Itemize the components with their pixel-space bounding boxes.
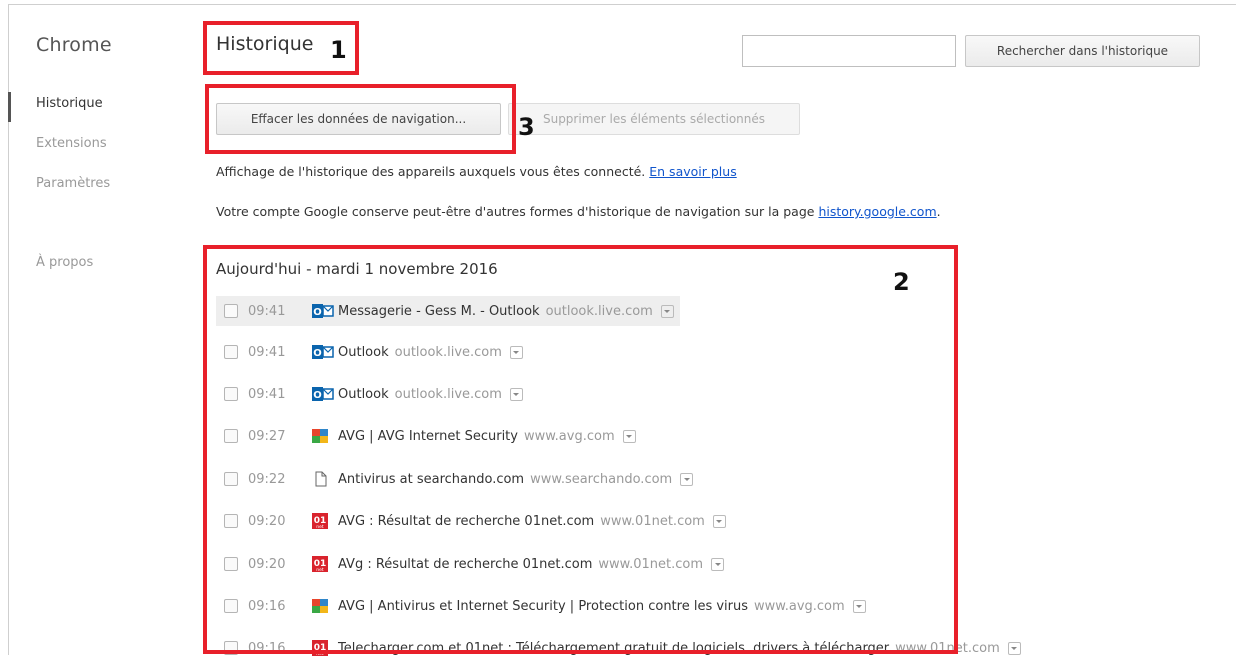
search-history-button[interactable]: Rechercher dans l'historique	[965, 35, 1200, 67]
row-checkbox[interactable]	[224, 472, 238, 486]
row-checkbox[interactable]	[224, 387, 238, 401]
entry-domain: www.01net.com	[598, 556, 703, 572]
row-checkbox[interactable]	[224, 641, 238, 655]
learn-more-link[interactable]: En savoir plus	[649, 164, 736, 179]
entry-domain: www.avg.com	[523, 428, 615, 444]
entry-menu-button[interactable]	[680, 472, 694, 486]
devices-info-text: Affichage de l'historique des appareils …	[216, 164, 646, 179]
history-row[interactable]: 09:16 AVG | Antivirus et Internet Securi…	[216, 591, 866, 621]
annotation-number-1: 1	[330, 36, 347, 64]
active-nav-marker	[8, 92, 11, 122]
date-header: Aujourd'hui - mardi 1 novembre 2016	[216, 260, 498, 278]
entry-time: 09:16	[248, 640, 286, 656]
entry-title[interactable]: Antivirus at searchando.com	[338, 472, 524, 487]
entry-title[interactable]: AVG | AVG Internet Security	[338, 429, 518, 444]
01net-icon: 01 net	[312, 513, 334, 529]
entry-time: 09:22	[248, 471, 286, 487]
svg-text:net: net	[316, 524, 324, 529]
row-checkbox[interactable]	[224, 514, 238, 528]
svg-text:net: net	[316, 567, 324, 572]
history-google-link[interactable]: history.google.com	[818, 204, 936, 219]
entry-time: 09:27	[248, 428, 286, 444]
entry-domain: outlook.live.com	[394, 344, 502, 360]
entry-time: 09:16	[248, 598, 286, 614]
history-row[interactable]: 09:20 01 net AVG : Résultat de recherche …	[216, 506, 726, 536]
entry-domain: outlook.live.com	[545, 303, 653, 319]
sidebar-item-extensions[interactable]: Extensions	[36, 136, 107, 151]
history-row[interactable]: 09:20 01 net AVg : Résultat de recherche …	[216, 549, 724, 579]
entry-time: 09:41	[248, 386, 286, 402]
01net-icon: 01 net	[312, 556, 334, 572]
entry-title[interactable]: AVG | Antivirus et Internet Security | P…	[338, 599, 748, 614]
outlook-icon: O	[312, 386, 334, 402]
entry-menu-button[interactable]	[622, 429, 636, 443]
entry-menu-button[interactable]	[660, 304, 674, 318]
svg-text:O: O	[313, 307, 322, 318]
history-row[interactable]: 09:16 01 net Telecharger.com et 01net : T…	[216, 633, 1021, 663]
entry-menu-button[interactable]	[509, 387, 523, 401]
row-checkbox[interactable]	[224, 599, 238, 613]
devices-info: Affichage de l'historique des appareils …	[216, 164, 737, 179]
history-row[interactable]: 09:27 AVG | AVG Internet Security www.av…	[216, 421, 636, 451]
search-input[interactable]	[742, 35, 956, 67]
outlook-icon: O	[312, 344, 334, 360]
row-checkbox[interactable]	[224, 345, 238, 359]
remove-selected-button[interactable]: Supprimer les éléments sélectionnés	[508, 103, 800, 135]
entry-domain: outlook.live.com	[394, 386, 502, 402]
outlook-icon: O	[312, 303, 334, 319]
entry-domain: www.avg.com	[754, 598, 845, 614]
annotation-number-2: 2	[893, 268, 910, 296]
history-row[interactable]: 09:41 O Messagerie - Gess M. - Outlook o…	[216, 296, 680, 326]
history-row[interactable]: 09:41 O Outlook outlook.live.com	[216, 379, 523, 409]
row-checkbox[interactable]	[224, 429, 238, 443]
annotation-number-3: 3	[518, 113, 535, 141]
clear-browsing-data-button[interactable]: Effacer les données de navigation...	[216, 103, 501, 135]
entry-menu-button[interactable]	[1007, 641, 1021, 655]
entry-menu-button[interactable]	[711, 557, 724, 571]
entry-title[interactable]: Telecharger.com et 01net : Téléchargemen…	[338, 641, 889, 656]
entry-domain: www.01net.com	[600, 513, 705, 529]
entry-menu-button[interactable]	[712, 514, 726, 528]
entry-title[interactable]: Messagerie - Gess M. - Outlook	[338, 304, 540, 319]
svg-text:O: O	[313, 390, 322, 401]
entry-domain: www.searchando.com	[530, 471, 673, 487]
page-icon	[312, 471, 334, 487]
google-info: Votre compte Google conserve peut-être d…	[216, 204, 941, 219]
sidebar-item-a-propos[interactable]: À propos	[36, 255, 93, 270]
history-row[interactable]: 09:41 O Outlook outlook.live.com	[216, 337, 523, 367]
entry-time: 09:20	[248, 513, 286, 529]
row-checkbox[interactable]	[224, 557, 238, 571]
page-title: Historique	[216, 33, 314, 55]
entry-time: 09:41	[248, 303, 286, 319]
row-checkbox[interactable]	[224, 304, 238, 318]
entry-time: 09:41	[248, 344, 286, 360]
sidebar-item-parametres[interactable]: Paramètres	[36, 176, 110, 191]
entry-title[interactable]: AVg : Résultat de recherche 01net.com	[338, 557, 592, 572]
avg-icon	[312, 598, 334, 614]
entry-time: 09:20	[248, 556, 286, 572]
history-row[interactable]: 09:22 Antivirus at searchando.com www.se…	[216, 464, 694, 494]
entry-domain: www.01net.com	[895, 640, 1000, 656]
google-info-suffix: .	[936, 204, 941, 219]
sidebar-item-historique[interactable]: Historique	[36, 96, 103, 111]
entry-menu-button[interactable]	[852, 599, 866, 613]
chrome-brand: Chrome	[36, 34, 112, 56]
svg-text:O: O	[313, 348, 322, 359]
avg-icon	[312, 428, 334, 444]
entry-title[interactable]: Outlook	[338, 345, 389, 360]
entry-title[interactable]: AVG : Résultat de recherche 01net.com	[338, 514, 594, 529]
entry-menu-button[interactable]	[509, 345, 523, 359]
google-info-text: Votre compte Google conserve peut-être d…	[216, 204, 815, 219]
entry-title[interactable]: Outlook	[338, 387, 389, 402]
